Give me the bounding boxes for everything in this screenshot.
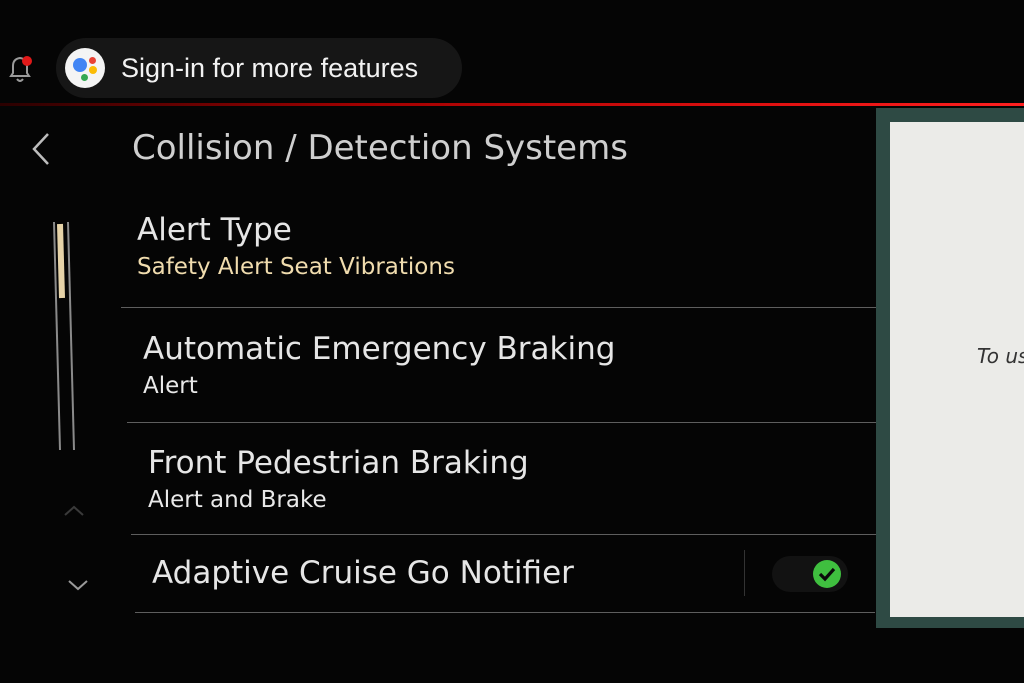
page-title: Collision / Detection Systems xyxy=(132,128,628,168)
chevron-down-icon xyxy=(68,580,88,591)
assistant-signin-label: Sign-in for more features xyxy=(121,52,419,83)
scrollbar-thumb xyxy=(57,223,65,299)
setting-title: Adaptive Cruise Go Notifier xyxy=(152,555,574,591)
row-divider xyxy=(127,422,889,423)
scroll-up-button[interactable] xyxy=(62,500,86,520)
scrollbar[interactable] xyxy=(52,221,76,452)
check-icon xyxy=(812,559,842,589)
row-divider xyxy=(131,534,881,535)
setting-value: Alert and Brake xyxy=(148,487,327,513)
side-display-text: To us xyxy=(977,344,1024,368)
header-divider xyxy=(0,103,1024,106)
setting-automatic-emergency-braking[interactable]: Automatic Emergency Braking Alert xyxy=(143,331,615,399)
setting-title: Automatic Emergency Braking xyxy=(143,331,616,367)
notification-bell-icon[interactable] xyxy=(6,52,36,86)
assistant-signin-button[interactable]: Sign-in for more features xyxy=(56,38,462,98)
chevron-up-icon xyxy=(64,505,84,516)
toggle-divider xyxy=(744,550,745,596)
setting-adaptive-cruise-go-notifier[interactable]: Adaptive Cruise Go Notifier xyxy=(152,555,574,591)
setting-front-pedestrian-braking[interactable]: Front Pedestrian Braking Alert and Brake xyxy=(148,445,529,513)
setting-alert-type[interactable]: Alert Type Safety Alert Seat Vibrations xyxy=(137,212,455,280)
setting-value: Safety Alert Seat Vibrations xyxy=(137,254,455,280)
scroll-down-button[interactable] xyxy=(66,576,90,596)
row-divider xyxy=(135,612,875,613)
assistant-logo-icon xyxy=(65,48,105,88)
chevron-left-icon xyxy=(32,133,49,165)
side-display-screen xyxy=(890,122,1024,617)
back-button[interactable] xyxy=(28,130,56,168)
setting-title: Alert Type xyxy=(137,212,292,248)
setting-title: Front Pedestrian Braking xyxy=(148,445,529,481)
notification-dot xyxy=(22,56,32,66)
setting-value: Alert xyxy=(143,373,198,399)
adaptive-cruise-toggle[interactable] xyxy=(772,556,848,592)
row-divider xyxy=(121,307,898,308)
